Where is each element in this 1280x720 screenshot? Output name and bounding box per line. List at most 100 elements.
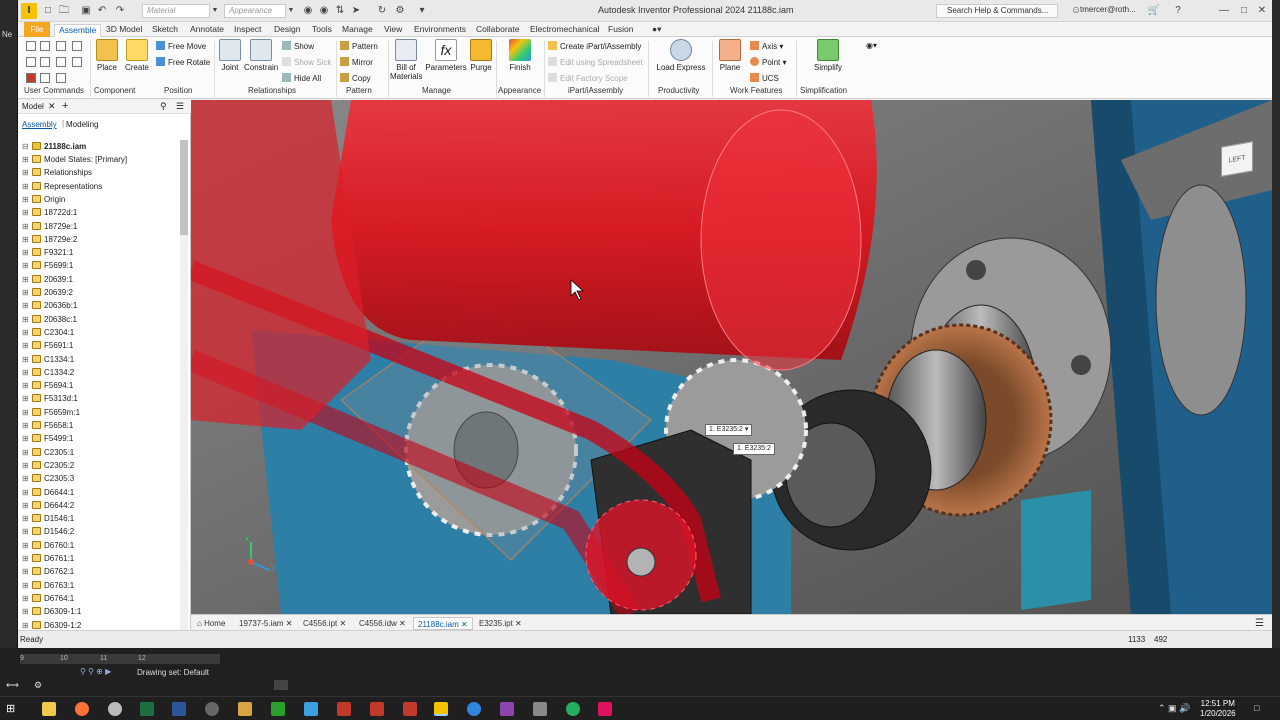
firefox-icon[interactable]	[75, 702, 89, 716]
tree-item[interactable]: ⊞ F5313d:1	[22, 392, 78, 405]
tab-assemble[interactable]: Assemble	[54, 24, 102, 37]
app-icon[interactable]	[304, 702, 318, 716]
group-relationships[interactable]: Relationships	[248, 86, 296, 95]
component-selection-tag[interactable]: 1. E3235:2 ▾	[705, 424, 753, 436]
create-ipart-button[interactable]: Create iPart/iAssembly	[548, 41, 641, 51]
browser-icon[interactable]	[108, 702, 122, 716]
quick-access-more-icon[interactable]: ▾	[414, 3, 430, 19]
hide-all-button[interactable]: Hide All	[282, 73, 321, 83]
tab-annotate[interactable]: Annotate	[186, 24, 228, 37]
modeling-mode-tab[interactable]: Modeling	[66, 120, 98, 129]
adjust-icon[interactable]: ◉	[300, 3, 316, 19]
select-icon[interactable]	[72, 41, 82, 51]
help-search-input[interactable]: Search Help & Commands...	[936, 4, 1058, 18]
ucs-button[interactable]: UCS	[750, 73, 779, 83]
viewcube-face[interactable]: LEFT	[1221, 141, 1253, 177]
app-icon[interactable]	[533, 702, 547, 716]
properties-icon[interactable]: ⚙	[392, 3, 408, 19]
solidworks-icon[interactable]	[370, 702, 384, 716]
close-icon[interactable]: ✕	[48, 101, 56, 112]
parameters-button[interactable]: fx Parameters	[424, 39, 468, 72]
solidworks-icon[interactable]	[337, 702, 351, 716]
box-icon[interactable]	[40, 57, 50, 67]
tree-item[interactable]: ⊞ F5691:1	[22, 339, 73, 352]
tree-item[interactable]: ⊞ D6761:1	[22, 552, 74, 565]
tab-sketch[interactable]: Sketch	[148, 24, 182, 37]
close-button[interactable]: ✕	[1254, 3, 1270, 19]
tree-item[interactable]: ⊞ D6309-1:1	[22, 605, 81, 618]
tree-item[interactable]: ⊞ F5699:1	[22, 259, 73, 272]
mirror-button[interactable]: Mirror	[340, 57, 373, 67]
browser-tab-model[interactable]: Model	[22, 102, 44, 111]
open-folder-icon[interactable]: 🗀	[56, 3, 72, 19]
grid-icon[interactable]	[26, 57, 36, 67]
tree-item[interactable]: ⊞ F5659m:1	[22, 406, 80, 419]
tab-tools[interactable]: Tools	[308, 24, 336, 37]
tree-item[interactable]: ⊞ D1546:2	[22, 525, 74, 538]
help-icon[interactable]: ?	[1170, 3, 1186, 19]
settings-icon[interactable]: ⚙	[34, 680, 42, 691]
tree-item[interactable]: ⊞ C2305:2	[22, 459, 74, 472]
tree-item[interactable]: ⊞ Representations	[22, 180, 102, 193]
tray-icons[interactable]: ⌃ ▣ 🔊	[1158, 703, 1190, 714]
tab-file[interactable]: File	[24, 22, 50, 37]
tab-environments[interactable]: Environments	[410, 24, 470, 37]
system-clock[interactable]: 12:51 PM 1/20/2026	[1200, 699, 1236, 719]
group-position[interactable]: Position	[164, 86, 192, 95]
appearance-dropdown[interactable]: Appearance	[224, 4, 286, 18]
show-sick-button[interactable]: Show Sick	[282, 57, 331, 67]
tree-item[interactable]: ⊞ Model States: [Primary]	[22, 153, 127, 166]
tree-item[interactable]: ⊞ 18729e:1	[22, 220, 77, 233]
tab-3d-model[interactable]: 3D Model	[102, 24, 146, 37]
user-account[interactable]: tmercer@roth...	[1080, 5, 1136, 14]
tree-item[interactable]: ⊞ D1546:1	[22, 512, 74, 525]
pattern-button[interactable]: Pattern	[340, 41, 378, 51]
timeline-track[interactable]	[20, 654, 220, 664]
teal-bracket[interactable]	[1021, 490, 1091, 610]
app-icon[interactable]	[598, 702, 612, 716]
tab-fusion[interactable]: Fusion	[604, 24, 638, 37]
group-component[interactable]: Component	[94, 86, 135, 95]
pulley-disc[interactable]	[1155, 184, 1247, 416]
axis-button[interactable]: Axis ▾	[750, 41, 783, 51]
chevron-down-icon[interactable]: ▼	[210, 3, 220, 19]
simplify-button[interactable]: Simplify	[808, 39, 848, 72]
ribbon-options-icon[interactable]: ●▾	[648, 24, 665, 37]
collapse-handle[interactable]	[274, 680, 288, 690]
tree-item[interactable]: ⊞ D6763:1	[22, 579, 74, 592]
measure-icon[interactable]: ⇅	[332, 3, 348, 19]
tree-item[interactable]: ⊞ F5694:1	[22, 379, 73, 392]
tree-item[interactable]: ⊞ Relationships	[22, 166, 92, 179]
select-icon[interactable]: ➤	[348, 3, 364, 19]
copy-button[interactable]: Copy	[340, 73, 371, 83]
save-icon[interactable]: ▣	[78, 3, 94, 19]
create-button[interactable]: Create	[122, 39, 152, 72]
menu-icon[interactable]: ☰	[176, 101, 184, 112]
app-icon[interactable]	[238, 702, 252, 716]
windows-start-icon[interactable]: ⊞	[6, 702, 20, 716]
list-icon[interactable]	[40, 73, 50, 83]
tree-item[interactable]: ⊞ 20638c:1	[22, 313, 77, 326]
cart-icon[interactable]: 🛒	[1146, 3, 1162, 19]
chevron-down-icon[interactable]: ▼	[286, 3, 296, 19]
tab-menu-icon[interactable]: ☰	[1251, 617, 1268, 630]
tree-item[interactable]: ⊞ D6762:1	[22, 565, 74, 578]
free-move-button[interactable]: Free Move	[156, 41, 206, 51]
group-simplification[interactable]: Simplification	[800, 86, 847, 95]
doc-tab[interactable]: 19737-5.iam ✕	[235, 617, 296, 630]
joint-button[interactable]: Joint	[216, 39, 244, 72]
zoom-controls-icon[interactable]: ⚲ ⚲ ⊕ ▶	[80, 667, 111, 676]
bom-button[interactable]: Bill of Materials	[390, 39, 422, 81]
tree-item[interactable]: ⊞ D6644:2	[22, 499, 74, 512]
add-tab-icon[interactable]: +	[62, 100, 68, 112]
macro-icon[interactable]	[56, 73, 66, 83]
tree-item[interactable]: ⊞ C2305:1	[22, 446, 74, 459]
clear-override-icon[interactable]: ◉	[316, 3, 332, 19]
tree-item[interactable]: ⊞ C1334:1	[22, 353, 74, 366]
3d-viewport[interactable]: z x LEFT ⚲ ✋ ↻ ◉ ■ 1. E3235:2 ▾ 1. E3235…	[191, 100, 1272, 614]
doc-icon[interactable]	[40, 41, 50, 51]
app-icon[interactable]	[271, 702, 285, 716]
tree-item[interactable]: ⊞ 18729e:2	[22, 233, 77, 246]
plane-button[interactable]: Plane	[716, 39, 744, 72]
maximize-button[interactable]: □	[1236, 3, 1252, 19]
